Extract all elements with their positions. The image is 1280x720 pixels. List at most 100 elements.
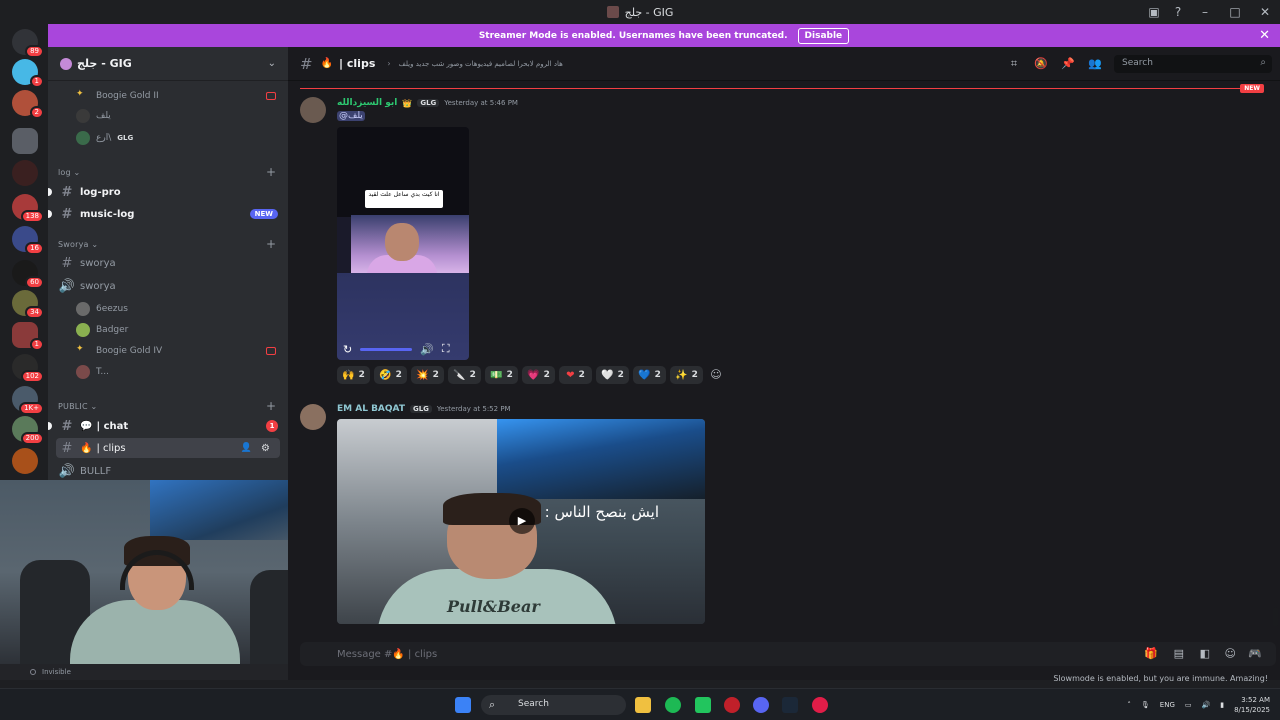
server-icon[interactable]: 16 bbox=[12, 226, 44, 255]
gear-icon[interactable]: ⚙ bbox=[261, 443, 270, 454]
maximize-button[interactable]: □ bbox=[1220, 5, 1250, 19]
server-icon[interactable] bbox=[12, 448, 38, 474]
server-icon[interactable] bbox=[12, 160, 38, 186]
fullscreen-icon[interactable]: ⛶ bbox=[442, 342, 450, 356]
emoji-icon[interactable]: ☺ bbox=[1225, 647, 1236, 660]
server-icon[interactable]: 1 bbox=[12, 322, 44, 351]
reaction[interactable]: 🔪 2 bbox=[448, 366, 481, 384]
disable-streamer-mode-button[interactable]: Disable bbox=[797, 27, 850, 44]
reaction[interactable]: 🙌 2 bbox=[337, 366, 370, 384]
app-icon[interactable] bbox=[812, 697, 828, 713]
opera-icon[interactable] bbox=[724, 697, 740, 713]
guild-tag[interactable]: GLG bbox=[409, 405, 432, 413]
server-icon[interactable]: 1 bbox=[12, 59, 44, 88]
gif-icon[interactable]: ▤ bbox=[1174, 647, 1184, 660]
guild-tag[interactable]: GLG bbox=[417, 99, 440, 107]
reaction[interactable]: 🤣 2 bbox=[374, 366, 407, 384]
home-button[interactable]: 89 bbox=[12, 29, 44, 58]
invite-icon[interactable]: 👤 bbox=[241, 443, 252, 453]
reaction[interactable]: 💥 2 bbox=[411, 366, 444, 384]
apps-icon[interactable]: 🎮 bbox=[1248, 647, 1262, 660]
add-reaction-icon[interactable]: ☺ bbox=[707, 366, 725, 384]
volume-icon[interactable]: 🔊 bbox=[1202, 701, 1211, 709]
channel-music-log[interactable]: # music-log NEW bbox=[48, 204, 288, 224]
username[interactable]: ابو السيزدالله bbox=[337, 98, 397, 108]
chevron-up-icon[interactable]: ˄ bbox=[1127, 701, 1131, 709]
chevron-down-icon[interactable]: ⌄ bbox=[268, 58, 276, 69]
spotify-icon[interactable] bbox=[665, 697, 681, 713]
avatar[interactable] bbox=[300, 404, 326, 430]
scrollbar[interactable] bbox=[1273, 607, 1278, 627]
guild-header[interactable]: جلج - GIG ⌄ bbox=[48, 47, 288, 81]
add-channel-icon[interactable]: + bbox=[266, 399, 276, 413]
discord-icon[interactable] bbox=[753, 697, 769, 713]
battery-icon[interactable]: ▮ bbox=[1220, 701, 1224, 709]
inbox-icon[interactable]: ▣ bbox=[1142, 5, 1166, 19]
reaction[interactable]: ❤ 2 bbox=[559, 366, 592, 384]
add-channel-icon[interactable]: + bbox=[266, 165, 276, 179]
username[interactable]: EM AL BAQAT bbox=[337, 404, 405, 414]
category-log[interactable]: log ⌄ bbox=[58, 168, 80, 177]
play-icon[interactable]: ▶ bbox=[509, 508, 535, 534]
channel-sworya-voice[interactable]: 🔊 sworya bbox=[48, 276, 288, 296]
voice-user[interactable]: يلف bbox=[76, 107, 111, 125]
language-indicator[interactable]: ENG bbox=[1160, 701, 1175, 709]
voice-user[interactable]: ✦ Boogie Gold IV bbox=[76, 342, 162, 360]
voice-user[interactable]: 6eezus bbox=[76, 300, 128, 318]
server-icon[interactable] bbox=[12, 128, 38, 154]
reaction[interactable]: 💵 2 bbox=[485, 366, 518, 384]
server-icon[interactable]: 200 bbox=[12, 416, 44, 445]
avatar[interactable] bbox=[300, 97, 326, 123]
threads-icon[interactable]: ⌗ bbox=[1007, 57, 1021, 71]
channel-bullf[interactable]: 🔊 BULLF bbox=[48, 461, 288, 481]
channel-chat[interactable]: # 💬 | chat 1 bbox=[48, 416, 288, 436]
video-attachment[interactable]: انا كيت بدي ساعل علث لقيد ↻ 🔊 ⛶ bbox=[337, 127, 469, 360]
reaction[interactable]: 💙 2 bbox=[633, 366, 666, 384]
voice-user[interactable]: ✦ Boogie Gold II bbox=[76, 87, 159, 105]
voice-user[interactable]: T... bbox=[76, 363, 109, 381]
search-input[interactable]: Search ⌕ bbox=[1114, 55, 1272, 73]
windows-start-icon[interactable] bbox=[455, 697, 471, 713]
close-icon[interactable]: ✕ bbox=[1259, 28, 1270, 43]
reaction[interactable]: 🤍 2 bbox=[596, 366, 629, 384]
sticker-icon[interactable]: ◧ bbox=[1200, 647, 1210, 660]
category-public[interactable]: PUBLIC ⌄ bbox=[58, 402, 97, 411]
category-sworya[interactable]: Sworya ⌄ bbox=[58, 240, 98, 249]
replay-icon[interactable]: ↻ bbox=[343, 343, 352, 356]
mute-bell-icon[interactable]: 🔕 bbox=[1034, 57, 1048, 71]
server-icon[interactable]: 2 bbox=[12, 90, 44, 119]
add-channel-icon[interactable]: + bbox=[266, 237, 276, 251]
members-icon[interactable]: 👥 bbox=[1088, 57, 1102, 71]
help-icon[interactable]: ? bbox=[1166, 5, 1190, 19]
server-icon[interactable]: 1K+ bbox=[12, 386, 44, 415]
server-icon[interactable]: 102 bbox=[12, 354, 44, 383]
microphone-icon[interactable]: 🎙 bbox=[1141, 701, 1150, 709]
steam-icon[interactable] bbox=[782, 697, 798, 713]
user-tag: GLG bbox=[117, 134, 134, 142]
channel-clips[interactable]: # 🔥 | clips 👤 ⚙ bbox=[56, 438, 280, 458]
channel-topic[interactable]: هاد الروم لابحرا لصاميم فيديوهات وصور شب… bbox=[399, 60, 563, 68]
file-explorer-icon[interactable] bbox=[635, 697, 651, 713]
channel-sworya-text[interactable]: # sworya bbox=[48, 253, 288, 273]
taskbar-search[interactable]: ⌕ Search bbox=[481, 695, 626, 715]
app-icon[interactable] bbox=[695, 697, 711, 713]
mention[interactable]: @يلف bbox=[337, 111, 365, 121]
voice-user[interactable]: Badger bbox=[76, 321, 128, 339]
reaction[interactable]: ✨ 2 bbox=[670, 366, 703, 384]
gift-icon[interactable]: 🎁 bbox=[1144, 647, 1158, 660]
progress-bar[interactable] bbox=[360, 347, 413, 351]
reaction[interactable]: 💗 2 bbox=[522, 366, 555, 384]
server-icon[interactable]: 60 bbox=[12, 260, 44, 289]
channel-log-pro[interactable]: # log-pro bbox=[48, 182, 288, 202]
server-icon[interactable]: 34 bbox=[12, 290, 44, 319]
voice-user[interactable]: ارع\ GLG bbox=[76, 129, 133, 147]
server-icon[interactable]: 138 bbox=[12, 194, 44, 223]
close-window-button[interactable]: ✕ bbox=[1250, 5, 1280, 19]
video-attachment[interactable]: Pull&Bear ايش بنصح الناس : ▶ bbox=[337, 419, 705, 624]
pin-icon[interactable]: 📌 bbox=[1061, 57, 1075, 71]
network-icon[interactable]: ▭ bbox=[1185, 701, 1192, 709]
minimize-button[interactable]: – bbox=[1190, 5, 1220, 19]
message-input[interactable]: Message #🔥 | clips 🎁 ▤ ◧ ☺ 🎮 bbox=[300, 642, 1276, 666]
clock[interactable]: 3:52 AM 8/15/2025 bbox=[1234, 695, 1270, 715]
volume-icon[interactable]: 🔊 bbox=[420, 343, 434, 356]
